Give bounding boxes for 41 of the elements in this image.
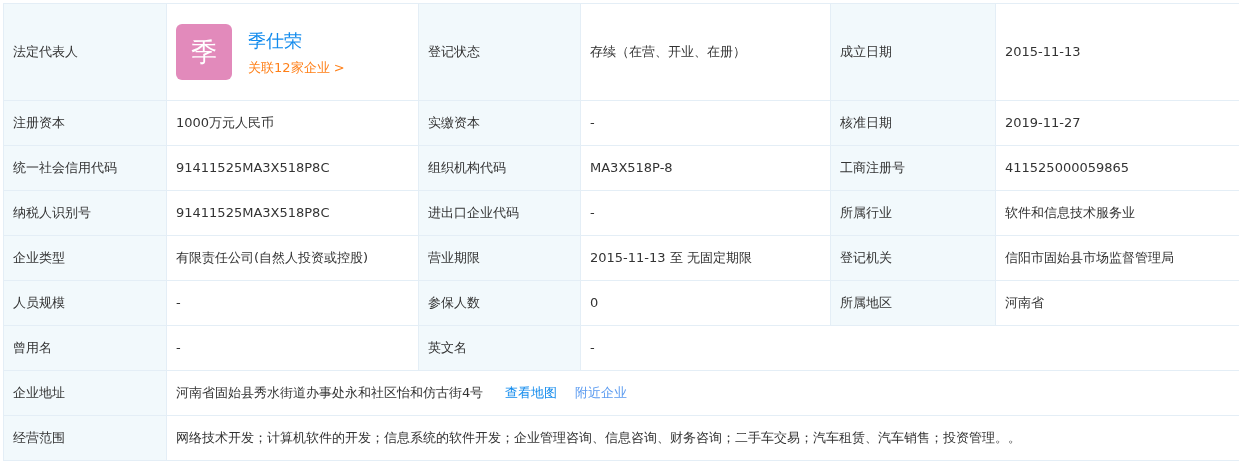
field-value: 91411525MA3X518P8C bbox=[166, 145, 419, 191]
field-label: 登记状态 bbox=[418, 3, 581, 101]
nearby-link[interactable]: 附近企业 bbox=[575, 385, 628, 401]
field-label: 参保人数 bbox=[418, 280, 581, 326]
field-value: 91411525MA3X518P8C bbox=[166, 190, 419, 236]
field-value: - bbox=[580, 190, 831, 236]
field-label: 英文名 bbox=[418, 325, 581, 371]
related-companies-link[interactable]: 关联12家企业 > bbox=[248, 57, 345, 78]
field-value: - bbox=[166, 280, 419, 326]
field-label: 营业期限 bbox=[418, 235, 581, 281]
field-label: 所属行业 bbox=[830, 190, 996, 236]
field-label: 企业地址 bbox=[3, 370, 167, 416]
field-label: 曾用名 bbox=[3, 325, 167, 371]
person-name-link[interactable]: 季仕荣 bbox=[248, 26, 302, 54]
map-link[interactable]: 查看地图 bbox=[505, 385, 558, 401]
field-value: MA3X518P-8 bbox=[580, 145, 831, 191]
field-label: 登记机关 bbox=[830, 235, 996, 281]
field-value: 2015-11-13 至 无固定期限 bbox=[580, 235, 831, 281]
field-value: 有限责任公司(自然人投资或控股) bbox=[166, 235, 419, 281]
field-label: 人员规模 bbox=[3, 280, 167, 326]
field-label: 核准日期 bbox=[830, 100, 996, 146]
field-label: 经营范围 bbox=[3, 415, 167, 461]
field-label: 法定代表人 bbox=[3, 3, 167, 101]
field-value: 存续（在营、开业、在册） bbox=[580, 3, 831, 101]
field-label: 组织机构代码 bbox=[418, 145, 581, 191]
field-label: 纳税人识别号 bbox=[3, 190, 167, 236]
field-value: 2015-11-13 bbox=[995, 3, 1239, 101]
field-value: - bbox=[580, 100, 831, 146]
field-label: 实缴资本 bbox=[418, 100, 581, 146]
avatar-tile: 季 bbox=[176, 24, 232, 80]
field-label: 企业类型 bbox=[3, 235, 167, 281]
field-value: 0 bbox=[580, 280, 831, 326]
field-value: 1000万元人民币 bbox=[166, 100, 419, 146]
field-label: 进出口企业代码 bbox=[418, 190, 581, 236]
field-value: - bbox=[166, 325, 419, 371]
field-label: 所属地区 bbox=[830, 280, 996, 326]
field-label: 成立日期 bbox=[830, 3, 996, 101]
field-label: 注册资本 bbox=[3, 100, 167, 146]
field-value: 河南省固始县秀水街道办事处永和社区怡和仿古街4号 bbox=[176, 385, 484, 401]
field-label: 统一社会信用代码 bbox=[3, 145, 167, 191]
field-label: 工商注册号 bbox=[830, 145, 996, 191]
